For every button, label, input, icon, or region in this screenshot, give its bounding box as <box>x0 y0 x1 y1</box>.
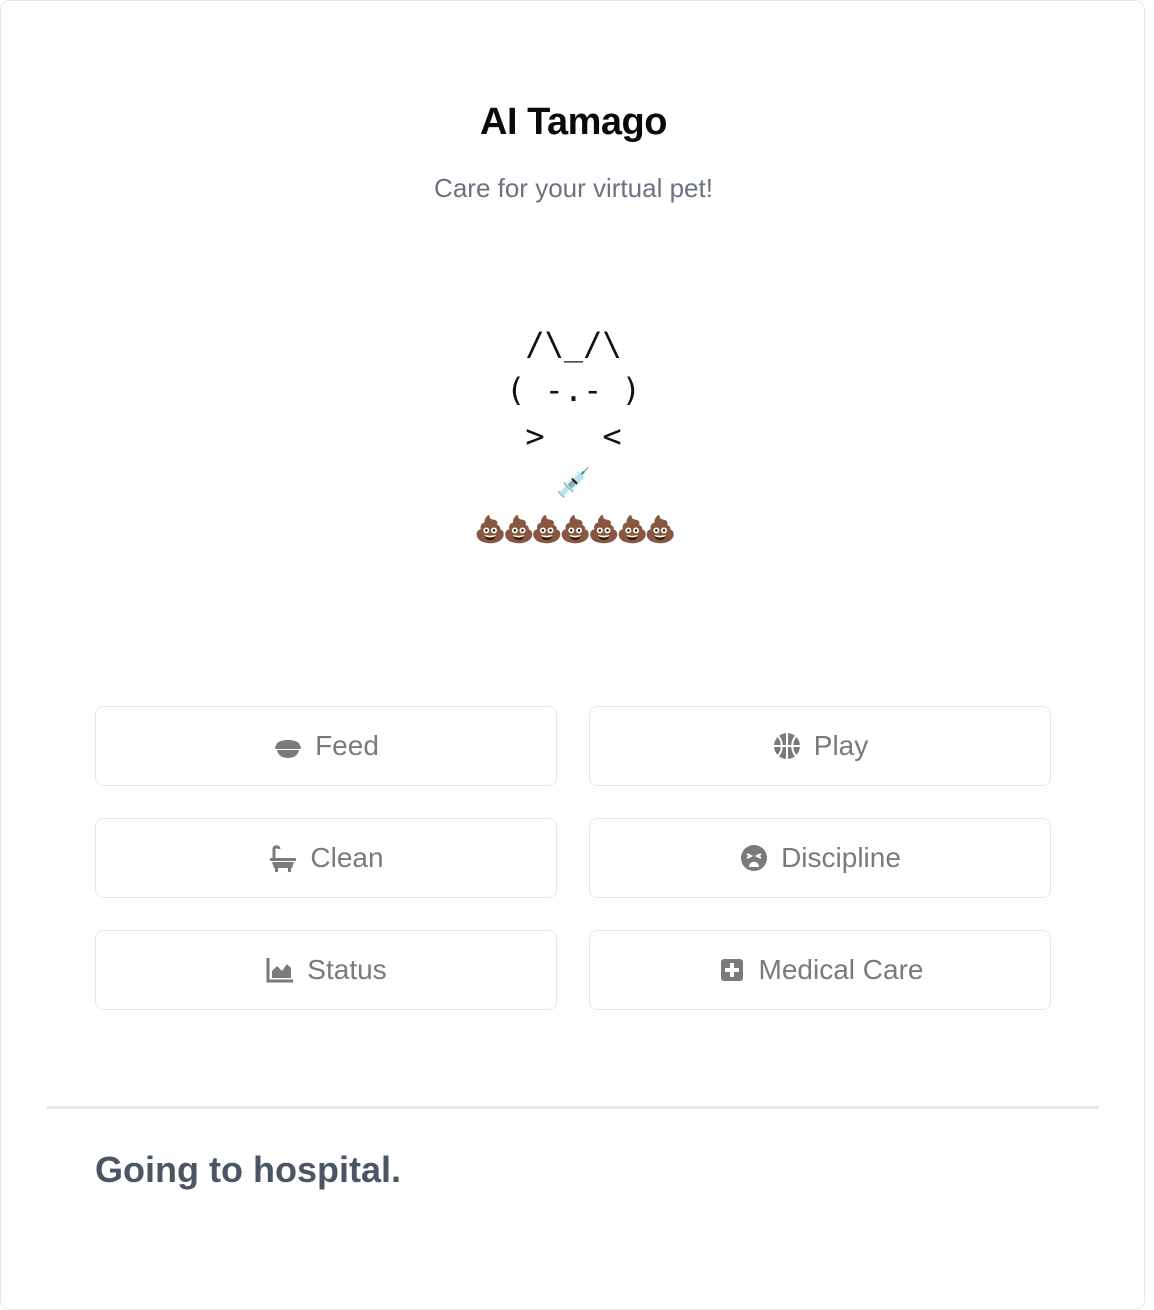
medical-care-button-label: Medical Care <box>758 954 924 985</box>
basketball-icon <box>772 731 802 761</box>
status-button[interactable]: Status <box>95 930 557 1010</box>
pet-ascii-line: /\_/\ <box>506 325 641 363</box>
medical-care-button[interactable]: Medical Care <box>589 930 1051 1010</box>
action-buttons: Feed Play Clean Discipline Status Medica… <box>95 706 1051 1010</box>
status-message: Going to hospital. <box>95 1149 401 1190</box>
tamago-card: AI Tamago Care for your virtual pet! /\_… <box>0 0 1145 1310</box>
syringe-icon: 💉 <box>556 467 591 498</box>
pet-ascii-line: > < <box>506 417 641 455</box>
pet-ascii-line: ( -.- ) <box>506 371 641 409</box>
pet-display: /\_/\ ( -.- ) > < 💉 💩💩💩💩💩💩💩 <box>1 321 1146 545</box>
status-button-label: Status <box>307 954 387 985</box>
bath-icon <box>268 843 298 873</box>
play-button-label: Play <box>813 730 869 761</box>
discipline-button[interactable]: Discipline <box>589 818 1051 898</box>
medical-kit-icon <box>717 955 747 985</box>
divider <box>47 1106 1099 1109</box>
face-tired-icon <box>739 843 769 873</box>
feed-button-label: Feed <box>315 730 379 761</box>
poop-indicator: 💩💩💩💩💩💩💩 <box>474 514 677 544</box>
clean-button-label: Clean <box>310 842 384 873</box>
feed-button[interactable]: Feed <box>95 706 557 786</box>
play-button[interactable]: Play <box>589 706 1051 786</box>
clean-button[interactable]: Clean <box>95 818 557 898</box>
page-title: AI Tamago <box>480 101 667 143</box>
page-subtitle: Care for your virtual pet! <box>434 173 713 203</box>
chart-area-icon <box>265 955 295 985</box>
discipline-button-label: Discipline <box>781 842 901 873</box>
bowl-food-icon <box>273 731 303 761</box>
